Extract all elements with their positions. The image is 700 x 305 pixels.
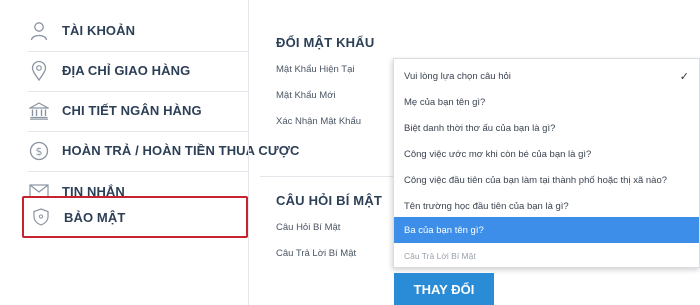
dropdown-option-label: Vui lòng lựa chọn câu hỏi xyxy=(404,70,511,82)
sidebar-item-bank-details[interactable]: CHI TIẾT NGÂN HÀNG xyxy=(28,90,248,132)
dollar-refund-icon: $ xyxy=(28,140,50,162)
shield-icon xyxy=(30,206,52,228)
current-password-label: Mật Khẩu Hiện Tại xyxy=(276,64,355,75)
dropdown-option[interactable]: Tên trường học đầu tiên của bạn là gì? xyxy=(394,193,699,219)
sidebar-item-label: TÀI KHOẢN xyxy=(62,23,136,38)
sidebar-item-label: HOÀN TRẢ / HOÀN TIỀN THUA CƯỢC xyxy=(62,143,300,158)
secret-question-dropdown-list[interactable]: Vui lòng lựa chọn câu hỏi ✓ Mẹ của bạn t… xyxy=(393,58,700,268)
confirm-password-label: Xác Nhận Mật Khẩu xyxy=(276,116,362,127)
sidebar-divider xyxy=(248,0,249,305)
dropdown-option-label: Mẹ của bạn tên gì? xyxy=(404,96,486,108)
dropdown-option-label: Tên trường học đầu tiên của bạn là gì? xyxy=(404,200,569,212)
svg-text:$: $ xyxy=(36,145,43,158)
secret-question-label: Câu Hỏi Bí Mật xyxy=(276,222,341,233)
dropdown-option[interactable]: Mẹ của bạn tên gì? xyxy=(394,89,699,115)
sidebar-item-refunds[interactable]: $ HOÀN TRẢ / HOÀN TIỀN THUA CƯỢC xyxy=(28,130,299,172)
dropdown-option[interactable]: Vui lòng lựa chọn câu hỏi ✓ xyxy=(394,63,699,89)
dropdown-option[interactable]: Công việc đầu tiên của bạn làm tại thành… xyxy=(394,167,699,193)
check-icon: ✓ xyxy=(679,70,689,83)
sidebar-item-shipping-address[interactable]: ĐỊA CHỈ GIAO HÀNG xyxy=(28,50,248,92)
new-password-label: Mật Khẩu Mới xyxy=(276,90,336,101)
change-button[interactable]: THAY ĐỔI xyxy=(394,273,494,305)
dropdown-option-label: Công việc đầu tiên của bạn làm tại thành… xyxy=(404,174,668,186)
secret-answer-input[interactable]: Câu Trả Lời Bí Mật xyxy=(394,243,699,269)
dropdown-option[interactable]: Biệt danh thời thơ ấu của bạn là gì? xyxy=(394,115,699,141)
sidebar-item-security[interactable]: BẢO MẬT xyxy=(22,196,248,238)
sidebar-item-label: CHI TIẾT NGÂN HÀNG xyxy=(62,103,202,118)
sidebar-item-account[interactable]: TÀI KHOẢN xyxy=(28,10,248,52)
section-divider xyxy=(260,176,394,177)
bank-icon xyxy=(28,100,50,122)
sidebar-item-label: ĐỊA CHỈ GIAO HÀNG xyxy=(62,63,191,78)
dropdown-option[interactable]: Công việc ước mơ khi còn bé của bạn là g… xyxy=(394,141,699,167)
account-sidebar: TÀI KHOẢN ĐỊA CHỈ GIAO HÀNG CHI TIẾT NGÂ… xyxy=(0,0,299,305)
user-icon xyxy=(28,20,50,42)
dropdown-option-highlighted[interactable]: Ba của bạn tên gì? xyxy=(394,217,699,243)
change-password-title: ĐỔI MẬT KHẨU xyxy=(276,35,375,50)
secret-answer-placeholder: Câu Trả Lời Bí Mật xyxy=(404,251,476,261)
location-pin-icon xyxy=(28,60,50,82)
dropdown-option-label: Công việc ước mơ khi còn bé của bạn là g… xyxy=(404,148,592,160)
dropdown-option-label: Biệt danh thời thơ ấu của bạn là gì? xyxy=(404,122,556,134)
dropdown-option-label: Ba của bạn tên gì? xyxy=(404,224,484,236)
secret-question-title: CÂU HỎI BÍ MẬT xyxy=(276,193,383,208)
sidebar-item-label: BẢO MẬT xyxy=(64,209,126,225)
secret-answer-label: Câu Trả Lời Bí Mật xyxy=(276,248,357,259)
